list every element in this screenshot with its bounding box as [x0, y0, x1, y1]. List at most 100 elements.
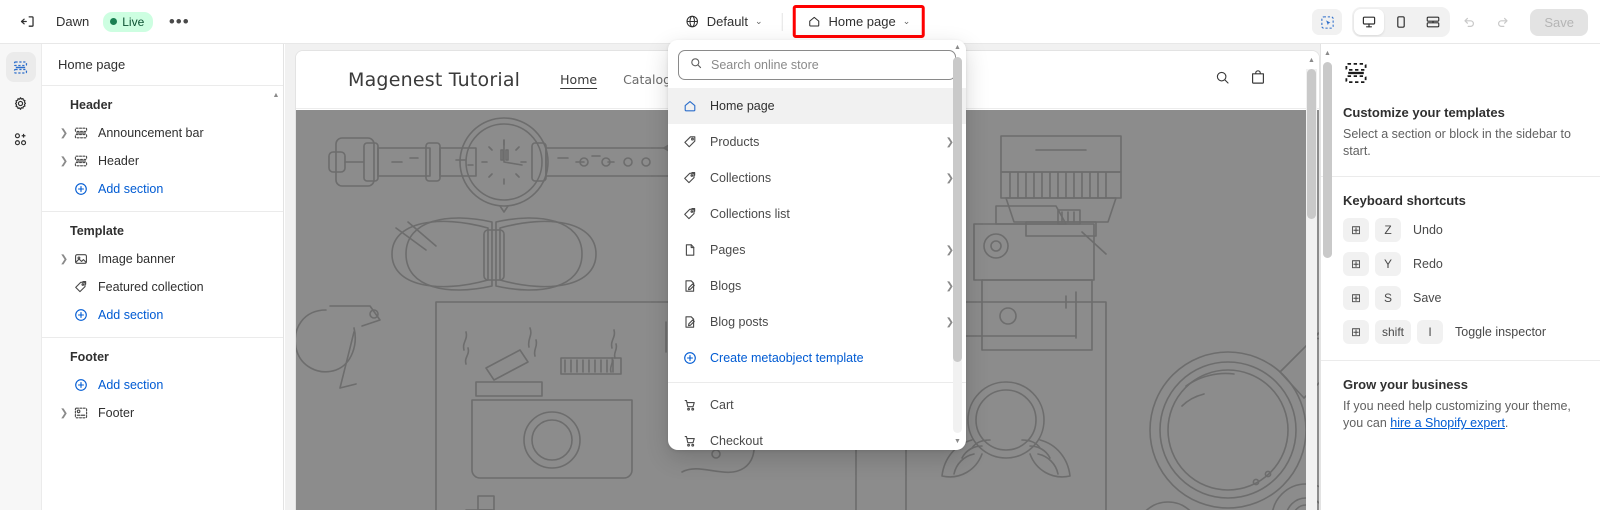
sidebar-section-row[interactable]: ❯ Header [48, 147, 277, 175]
dropdown-item-label: Blogs [710, 279, 742, 293]
scroll-thumb[interactable] [1323, 62, 1332, 258]
hire-shopify-expert-link[interactable]: hire a Shopify expert [1390, 416, 1505, 430]
globe-icon [686, 15, 699, 28]
pointer-select-icon[interactable] [1312, 9, 1343, 35]
undo-icon[interactable] [1454, 8, 1484, 36]
dropdown-item[interactable]: Products ❯ [668, 124, 966, 160]
add-section-button[interactable]: ❯Add section [48, 371, 277, 399]
scroll-up-arrow-icon[interactable]: ▲ [272, 92, 280, 100]
page-selector[interactable]: Home page ⌄ [797, 9, 919, 34]
search-field[interactable] [678, 50, 956, 80]
sidebar-group: Template ❯ Image banner ❯Featured collectio… [42, 212, 283, 338]
page-selector-label: Home page [828, 14, 896, 29]
add-section-button[interactable]: ❯Add section [48, 175, 277, 203]
chevron-right-icon[interactable]: ❯ [56, 251, 72, 267]
dropdown-item[interactable]: Collections list [668, 196, 966, 232]
scroll-thumb[interactable] [1307, 69, 1316, 219]
dropdown-search-wrap [668, 40, 966, 88]
store-nav-link[interactable]: Catalog [623, 72, 671, 87]
dropdown-item[interactable]: Create metaobject template [668, 340, 966, 376]
dropdown-list: Home page Products ❯ Collections ❯ Collection… [668, 88, 966, 450]
rail-item-theme-settings[interactable] [6, 88, 36, 118]
collection-icon [682, 170, 698, 186]
collection-icon [682, 206, 698, 222]
dropdown-separator [668, 382, 966, 383]
shortcut-key: ⊞ [1343, 320, 1369, 344]
home-icon [808, 16, 820, 27]
rail-item-sections[interactable] [5, 52, 36, 82]
sidebar-group: Header ❯ Announcement bar ❯ Header ❯Add secti… [42, 86, 283, 212]
fullscreen-icon[interactable] [1418, 9, 1448, 35]
exit-icon[interactable] [12, 7, 42, 37]
grow-text-after: . [1504, 416, 1509, 430]
section-icon [72, 152, 90, 170]
sidebar-group-title: Footer [70, 350, 109, 364]
device-toggle-group [1352, 7, 1451, 37]
collection-icon [684, 208, 696, 220]
section-icon [72, 124, 90, 142]
store-header-icons [1214, 68, 1267, 91]
search-input[interactable] [711, 58, 945, 72]
keyboard-shortcut-row: ⊞ S Save [1343, 286, 1582, 310]
dropdown-item-label: Products [710, 135, 760, 149]
sidebar-section-row[interactable]: ❯ Image banner [48, 245, 277, 273]
inspector-scrollbar[interactable]: ▲ [1323, 48, 1332, 510]
store-nav-link[interactable]: Home [560, 72, 597, 87]
page-icon [682, 242, 698, 258]
scroll-up-arrow-icon[interactable]: ▲ [1324, 50, 1331, 57]
dropdown-item-label: Collections list [710, 207, 790, 221]
dropdown-item[interactable]: Cart [668, 387, 966, 423]
home-icon [682, 98, 698, 114]
sidebar-section-row[interactable]: ❯ Footer [48, 399, 277, 427]
tag-icon [684, 136, 696, 148]
redo-icon[interactable] [1488, 8, 1518, 36]
dropdown-item[interactable]: Blogs ❯ [668, 268, 966, 304]
plus-circle-icon [682, 350, 698, 366]
sidebar-title: Home page [42, 44, 283, 86]
rail-item-apps[interactable] [6, 124, 36, 154]
dropdown-item[interactable]: Blog posts ❯ [668, 304, 966, 340]
chevron-right-icon[interactable]: ❯ [56, 153, 72, 169]
dropdown-item[interactable]: Checkout [668, 423, 966, 450]
sidebar-row-label: Add section [98, 182, 164, 196]
scroll-thumb[interactable] [953, 57, 962, 362]
sidebar-scrollbar[interactable]: ▲ [272, 92, 280, 510]
save-button[interactable]: Save [1530, 8, 1588, 36]
dropdown-item[interactable]: Home page [668, 88, 966, 124]
shortcut-key: Y [1375, 252, 1401, 276]
sidebar-body: Header❯Announcement bar❯Header❯Add secti… [42, 86, 283, 510]
top-bar-right: Save [1312, 0, 1588, 44]
preview-scrollbar[interactable]: ▲ [1306, 57, 1317, 510]
chevron-right-icon[interactable]: ❯ [56, 125, 72, 141]
chevron-right-icon[interactable]: ❯ [56, 405, 72, 421]
apps-icon [14, 132, 27, 145]
grow-business-text: If you need help customizing your theme,… [1343, 398, 1582, 432]
page-selector-dropdown: Home pageProducts❯Collections❯ Collection… [668, 40, 966, 450]
grow-business-section: Grow your business If you need help cust… [1321, 361, 1600, 448]
inspector-intro: Customize your templates Select a sectio… [1321, 44, 1600, 177]
scroll-down-arrow-icon[interactable]: ▼ [954, 438, 961, 446]
mobile-icon[interactable] [1386, 9, 1416, 35]
blog-icon [685, 316, 695, 328]
dropdown-scrollbar[interactable]: ▲ ▼ [952, 44, 963, 446]
sidebar-section-row[interactable]: ❯Featured collection [48, 273, 277, 301]
home-icon [684, 101, 696, 112]
scroll-up-arrow-icon[interactable]: ▲ [954, 44, 961, 52]
footer-icon [74, 407, 88, 419]
dropdown-item[interactable]: Collections ❯ [668, 160, 966, 196]
sidebar-row-label: Header [98, 154, 139, 168]
locale-selector[interactable]: Default ⌄ [676, 9, 772, 34]
dropdown-item[interactable]: Pages ❯ [668, 232, 966, 268]
sidebar-section-row[interactable]: ❯ Announcement bar [48, 119, 277, 147]
shortcut-key: ⊞ [1343, 218, 1369, 242]
plus-circle-icon [72, 180, 90, 198]
blog-icon [682, 278, 698, 294]
add-section-button[interactable]: ❯Add section [48, 301, 277, 329]
desktop-icon[interactable] [1354, 9, 1385, 35]
more-actions-button[interactable]: ••• [165, 8, 193, 36]
scroll-up-arrow-icon[interactable]: ▲ [1306, 57, 1317, 65]
sections-icon [1343, 60, 1582, 91]
shopping-bag-icon[interactable] [1249, 68, 1267, 91]
search-icon[interactable] [1214, 69, 1231, 91]
section-icon [74, 127, 88, 139]
